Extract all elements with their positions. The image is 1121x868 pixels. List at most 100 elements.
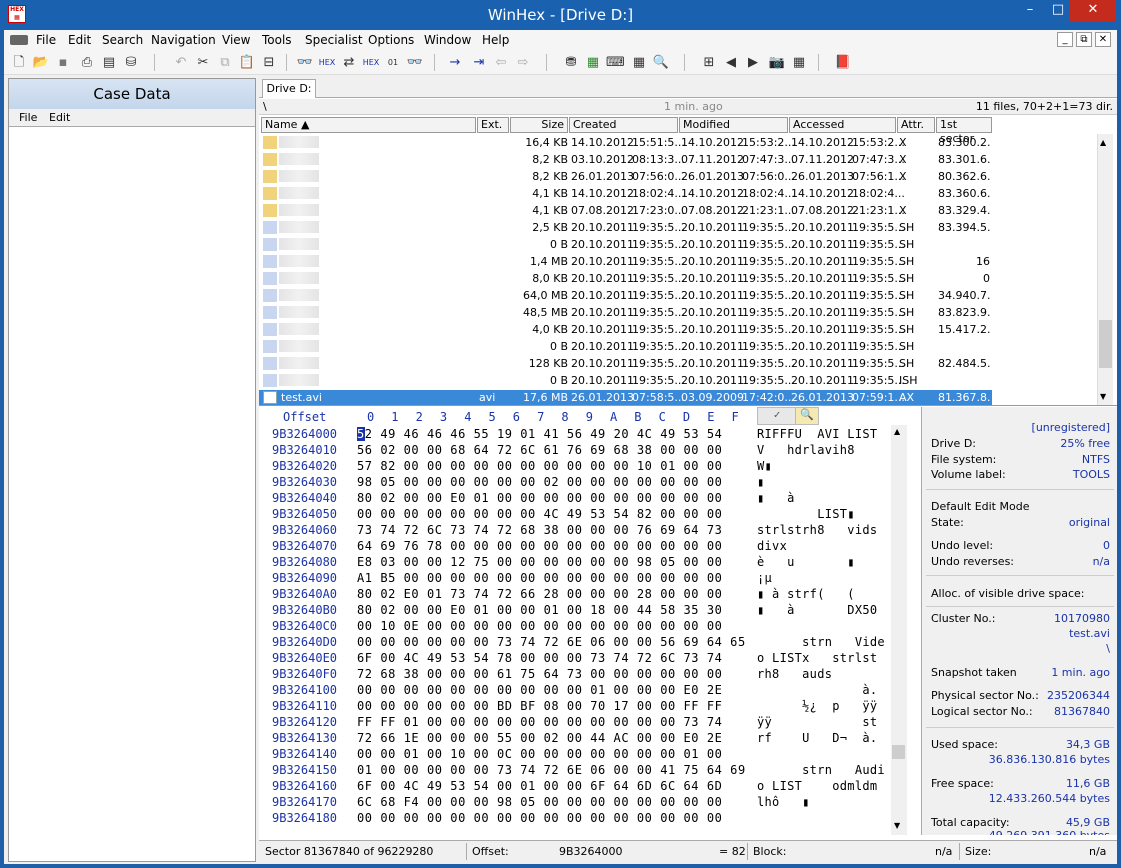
- disk-editor-icon[interactable]: ⛃: [562, 54, 580, 71]
- goto-sector-icon[interactable]: ⇥: [470, 54, 488, 71]
- hex-row[interactable]: 9B3264030 98 05 00 00 00 00 00 00 02 00 0…: [259, 475, 919, 491]
- hex-bytes[interactable]: 00 00 00 00 00 00 BD BF 08 00 70 17 00 0…: [357, 699, 722, 713]
- menu-tools[interactable]: Tools: [262, 33, 292, 47]
- scroll-thumb[interactable]: [1099, 320, 1112, 368]
- menu-options[interactable]: Options: [368, 33, 414, 47]
- hex-editor[interactable]: 9B3264000 52 49 46 46 46 55 19 01 41 56 4…: [259, 425, 919, 835]
- hex-bytes[interactable]: 6F 00 4C 49 53 54 00 01 00 00 6F 64 6D 6…: [357, 779, 722, 793]
- menu-help[interactable]: Help: [482, 33, 509, 47]
- hex-ascii[interactable]: à.: [757, 683, 877, 697]
- help-book-icon[interactable]: 📕: [834, 54, 852, 71]
- menu-file[interactable]: File: [36, 33, 56, 47]
- table-row[interactable]: 8,0 KB 20.10.2011 19:35:5... 20.10.2011 19:3…: [259, 271, 992, 288]
- hex-row[interactable]: 9B3264140 00 00 01 00 10 00 0C 00 00 00 0…: [259, 747, 919, 763]
- simultaneous-search-icon[interactable]: 01: [384, 54, 402, 71]
- menu-window[interactable]: Window: [424, 33, 471, 47]
- table-row[interactable]: 2,5 KB 20.10.2011 19:35:5... 20.10.2011 19:3…: [259, 220, 992, 237]
- hex-row[interactable]: 9B3264070 64 69 76 78 00 00 00 00 00 00 0…: [259, 539, 919, 555]
- hex-ascii[interactable]: W▮: [757, 459, 877, 473]
- maximize-button[interactable]: □: [1044, 0, 1072, 21]
- hex-ascii[interactable]: o LISTx strlst: [757, 651, 877, 665]
- hex-ascii[interactable]: lhô ▮: [757, 795, 877, 809]
- print-icon[interactable]: ⎙: [78, 54, 96, 71]
- case-menu-file[interactable]: File: [19, 111, 37, 124]
- hex-ascii[interactable]: strlstrh8 vids: [757, 523, 877, 537]
- column-header-attr[interactable]: Attr.: [897, 117, 935, 133]
- properties-icon[interactable]: ▤: [100, 54, 118, 71]
- column-header-modified[interactable]: Modified: [679, 117, 788, 133]
- open-disk-icon[interactable]: ⛁: [122, 54, 140, 71]
- hex-row[interactable]: 9B3264090 A1 B5 00 00 00 00 00 00 00 00 0…: [259, 571, 919, 587]
- table-row[interactable]: test.avi avi 17,6 MB 26.01.2013 07:58:5... 03…: [259, 390, 992, 405]
- table-row[interactable]: 4,0 KB 20.10.2011 19:35:5... 20.10.2011 19:3…: [259, 322, 992, 339]
- table-row[interactable]: 0 B 20.10.2011 19:35:5... 20.10.2011 19:35:5…: [259, 373, 992, 390]
- hex-bytes[interactable]: A1 B5 00 00 00 00 00 00 00 00 00 00 00 0…: [357, 571, 722, 585]
- drive-menu-icon[interactable]: [10, 35, 28, 45]
- open-folder-icon[interactable]: 📂: [32, 54, 50, 71]
- copy-icon[interactable]: ⧉: [216, 54, 234, 71]
- camera-icon[interactable]: 📷: [768, 54, 786, 71]
- hex-row[interactable]: 9B3264120 FF FF 01 00 00 00 00 00 00 00 0…: [259, 715, 919, 731]
- scroll-thumb[interactable]: [892, 745, 905, 759]
- hex-bytes[interactable]: 56 02 00 00 68 64 72 6C 61 76 69 68 38 0…: [357, 443, 722, 457]
- replace-hex-icon[interactable]: HEX: [362, 54, 380, 71]
- hex-row[interactable]: 9B3264150 01 00 00 00 00 00 73 74 72 6E 0…: [259, 763, 919, 779]
- hex-bytes[interactable]: 80 02 E0 01 73 74 72 66 28 00 00 00 28 0…: [357, 587, 722, 601]
- mdi-restore-button[interactable]: ⧉: [1076, 32, 1092, 47]
- hex-ascii[interactable]: rf U D¬ à.: [757, 731, 877, 745]
- search-icon[interactable]: 🔍: [652, 54, 670, 71]
- hex-row[interactable]: 9B3264160 6F 00 4C 49 53 54 00 01 00 00 6…: [259, 779, 919, 795]
- hex-bytes[interactable]: 80 02 00 00 E0 01 00 00 01 00 18 00 44 5…: [357, 603, 722, 617]
- table-row[interactable]: 64,0 MB 20.10.2011 19:35:5... 20.10.2011 19:…: [259, 288, 992, 305]
- table-row[interactable]: 8,2 KB 03.10.2012 08:13:3... 07.11.2012 07:4…: [259, 152, 992, 169]
- column-header-ext[interactable]: Ext.: [477, 117, 509, 133]
- save-icon[interactable]: ▪: [54, 54, 72, 71]
- hex-row[interactable]: 9B32640D0 00 00 00 00 00 00 73 74 72 6E 0…: [259, 635, 919, 651]
- scroll-up-icon[interactable]: ▲: [1100, 138, 1106, 147]
- column-header-accessed[interactable]: Accessed: [789, 117, 896, 133]
- scroll-up-icon[interactable]: ▲: [894, 427, 900, 436]
- paste-icon[interactable]: 📋: [238, 54, 256, 71]
- hex-row[interactable]: 9B32640A0 80 02 E0 01 73 74 72 66 28 00 0…: [259, 587, 919, 603]
- hex-bytes[interactable]: 72 66 1E 00 00 00 55 00 02 00 44 AC 00 0…: [357, 731, 722, 745]
- file-list-scrollbar[interactable]: ▲ ▼: [1097, 134, 1113, 405]
- column-header-created[interactable]: Created: [569, 117, 678, 133]
- column-header-size[interactable]: Size: [510, 117, 568, 133]
- case-menu-edit[interactable]: Edit: [49, 111, 70, 124]
- hex-row[interactable]: 9B3264010 56 02 00 00 68 64 72 6C 61 76 6…: [259, 443, 919, 459]
- hex-row[interactable]: 9B3264060 73 74 72 6C 73 74 72 68 38 00 0…: [259, 523, 919, 539]
- hex-row[interactable]: 9B3264040 80 02 00 00 E0 01 00 00 00 00 0…: [259, 491, 919, 507]
- hex-ascii[interactable]: [757, 619, 877, 633]
- menu-navigation[interactable]: Navigation: [151, 33, 216, 47]
- hex-row[interactable]: 9B3264180 00 00 00 00 00 00 00 00 00 00 0…: [259, 811, 919, 827]
- hex-ascii[interactable]: ▮ à DX50: [757, 603, 877, 617]
- hex-bytes[interactable]: 6F 00 4C 49 53 54 78 00 00 00 73 74 72 6…: [357, 651, 722, 665]
- table-row[interactable]: 4,1 KB 14.10.2012 18:02:4... 14.10.2012 18:0…: [259, 186, 992, 203]
- table-row[interactable]: 0 B 20.10.2011 19:35:5... 20.10.2011 19:35:5…: [259, 339, 992, 356]
- minimize-button[interactable]: –: [1016, 0, 1044, 21]
- ram-editor-icon[interactable]: ▦: [584, 54, 602, 71]
- hex-scrollbar[interactable]: ▲ ▼: [891, 425, 907, 835]
- search-panel-icon[interactable]: 🔍: [795, 407, 819, 425]
- hex-bytes[interactable]: 00 00 00 00 00 00 00 00 00 00 00 00 00 0…: [357, 811, 722, 825]
- hex-bytes[interactable]: 72 68 38 00 00 00 61 75 64 73 00 00 00 0…: [357, 667, 722, 681]
- table-row[interactable]: 8,2 KB 26.01.2013 07:56:0... 26.01.2013 07:5…: [259, 169, 992, 186]
- hex-ascii[interactable]: divx: [757, 539, 877, 553]
- table-row[interactable]: 128 KB 20.10.2011 19:35:5... 20.10.2011 19:3…: [259, 356, 992, 373]
- column-header-first-sector[interactable]: 1st sector: [936, 117, 992, 145]
- close-button[interactable]: ✕: [1070, 0, 1116, 21]
- hex-bytes[interactable]: FF FF 01 00 00 00 00 00 00 00 00 00 00 0…: [357, 715, 722, 729]
- mdi-close-button[interactable]: ✕: [1095, 32, 1111, 47]
- hex-row[interactable]: 9B3264000 52 49 46 46 46 55 19 01 41 56 4…: [259, 427, 919, 443]
- undo-icon[interactable]: ↶: [172, 54, 190, 71]
- hex-ascii[interactable]: è u ▮: [757, 555, 877, 569]
- hex-bytes[interactable]: 80 02 00 00 E0 01 00 00 00 00 00 00 00 0…: [357, 491, 722, 505]
- menu-view[interactable]: View: [222, 33, 250, 47]
- disk-tools-icon[interactable]: ⌨: [606, 54, 625, 71]
- menu-edit[interactable]: Edit: [68, 33, 91, 47]
- hex-ascii[interactable]: rh8 auds: [757, 667, 877, 681]
- hex-bytes[interactable]: 64 69 76 78 00 00 00 00 00 00 00 00 00 0…: [357, 539, 722, 553]
- hex-bytes[interactable]: 01 00 00 00 00 00 73 74 72 6E 06 00 00 4…: [357, 763, 746, 777]
- scroll-down-icon[interactable]: ▼: [894, 821, 900, 830]
- hex-bytes[interactable]: E8 03 00 00 12 75 00 00 00 00 00 00 98 0…: [357, 555, 722, 569]
